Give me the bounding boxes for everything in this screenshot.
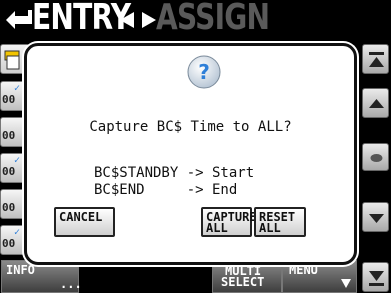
cancel-button[interactable]: CANCEL bbox=[54, 207, 115, 237]
capture-all-label-line2: ALL bbox=[206, 221, 228, 235]
scroll-down-button[interactable] bbox=[362, 202, 389, 232]
menu-label: MENU bbox=[289, 263, 318, 277]
reset-all-button[interactable]: RESET ALL bbox=[254, 207, 306, 237]
dialog-question: Capture BC$ Time to ALL? bbox=[89, 119, 292, 135]
question-icon: ? bbox=[187, 55, 221, 89]
chevron-up-icon bbox=[369, 99, 384, 108]
folder-icon bbox=[4, 50, 20, 70]
scroll-up-button[interactable] bbox=[362, 88, 389, 118]
capture-all-button[interactable]: CAPTURE ALL bbox=[201, 207, 257, 237]
more-indicator: ... bbox=[60, 277, 82, 291]
dropdown-arrow-icon bbox=[341, 279, 351, 288]
row-number: 00 bbox=[2, 165, 16, 178]
info-label: INFO bbox=[6, 263, 35, 277]
scroll-thumb[interactable] bbox=[362, 143, 389, 171]
row-number: 00 bbox=[2, 237, 16, 250]
scroll-to-top-icon bbox=[369, 52, 384, 67]
row-number: 00 bbox=[2, 93, 16, 106]
mapping-line: BC$END -> End bbox=[94, 182, 238, 198]
multi-select-label-line2: SELECT bbox=[221, 275, 265, 289]
row-number: 00 bbox=[2, 129, 16, 142]
swap-arrows-icon bbox=[120, 12, 156, 28]
scroll-to-bottom-icon bbox=[369, 271, 384, 286]
back-arrow-icon[interactable] bbox=[4, 6, 34, 34]
cancel-label: CANCEL bbox=[59, 210, 103, 224]
scroll-bottom-button[interactable] bbox=[362, 262, 389, 292]
page-title-entry[interactable]: ENTRY bbox=[32, 0, 131, 38]
row-number: 00 bbox=[2, 201, 16, 214]
page-title-assign[interactable]: ASSIGN bbox=[156, 0, 270, 38]
mapping-line: BC$STANDBY -> Start bbox=[94, 165, 255, 181]
scroll-top-button[interactable] bbox=[362, 44, 389, 74]
svg-text:?: ? bbox=[198, 60, 210, 84]
thumb-grip-icon bbox=[370, 154, 383, 162]
chevron-down-icon bbox=[369, 214, 384, 223]
reset-all-label-line2: ALL bbox=[259, 221, 281, 235]
